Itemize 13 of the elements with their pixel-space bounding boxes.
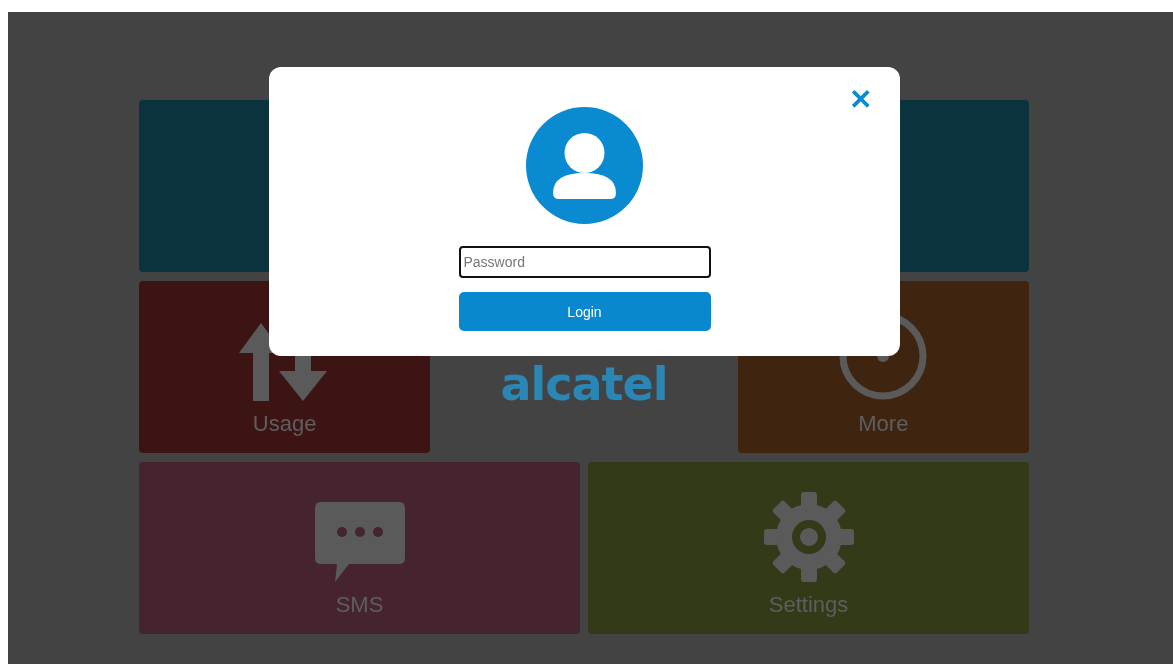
user-avatar-icon	[526, 107, 643, 224]
password-field[interactable]: Password	[458, 246, 711, 278]
chat-bubble-icon	[314, 502, 405, 582]
tile-label: Settings	[768, 592, 849, 618]
settings-tile[interactable]: Settings	[588, 462, 1029, 634]
sms-tile[interactable]: SMS	[139, 462, 580, 634]
brand-logo: alcatel	[500, 357, 668, 411]
gear-icon	[763, 492, 854, 582]
login-button[interactable]: Login	[458, 292, 711, 331]
close-button[interactable]: ✕	[845, 81, 876, 118]
tile-label: SMS	[335, 592, 384, 618]
tile-label: Usage	[252, 411, 317, 437]
tile-label: More	[858, 411, 909, 437]
